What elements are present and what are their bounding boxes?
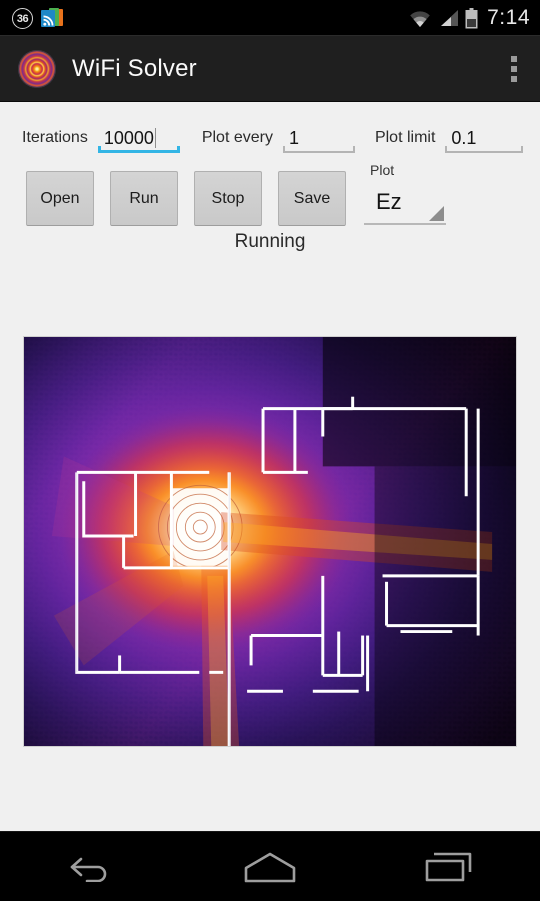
save-button[interactable]: Save bbox=[278, 171, 346, 226]
actions-row: Open Run Stop Save Plot Ez bbox=[0, 162, 540, 229]
run-button[interactable]: Run bbox=[110, 171, 178, 226]
spinner-triangle-icon bbox=[429, 206, 444, 221]
stop-button[interactable]: Stop bbox=[194, 171, 262, 226]
status-bar-notifications: 36 bbox=[12, 7, 63, 29]
status-bar-system-icons: 7:14 bbox=[407, 6, 530, 30]
plot-spinner-label: Plot bbox=[370, 162, 395, 178]
back-icon[interactable] bbox=[30, 832, 150, 901]
wifi-solver-radial-icon bbox=[18, 49, 56, 88]
status-text: Running bbox=[234, 231, 306, 252]
plot-every-input[interactable]: 1 bbox=[282, 123, 355, 153]
plot-every-label: Plot every bbox=[201, 129, 273, 146]
fdtd-field-plot[interactable] bbox=[23, 336, 517, 747]
open-button[interactable]: Open bbox=[26, 171, 94, 226]
plot-limit-input[interactable]: 0.1 bbox=[445, 123, 524, 153]
page-title: WiFi Solver bbox=[72, 54, 197, 82]
navigation-bar bbox=[0, 831, 540, 901]
wifi-icon bbox=[410, 11, 430, 27]
text-caret bbox=[154, 128, 156, 148]
newsstand-icon bbox=[41, 8, 63, 28]
overflow-menu-icon[interactable] bbox=[494, 44, 534, 94]
status-bar-clock: 7:14 bbox=[487, 6, 530, 29]
plot-every-value: 1 bbox=[288, 128, 299, 148]
plot-spinner-wrap: Plot Ez bbox=[364, 162, 448, 229]
field-plot-canvas bbox=[24, 337, 516, 746]
battery-icon bbox=[465, 7, 478, 28]
home-icon[interactable] bbox=[210, 832, 330, 901]
plot-limit-value: 0.1 bbox=[451, 128, 477, 148]
notification-count-badge: 36 bbox=[12, 7, 33, 29]
iterations-input[interactable]: 10000 bbox=[97, 123, 180, 153]
plot-limit-label: Plot limit bbox=[374, 129, 436, 146]
parameters-row: Iterations 10000 Plot every 1 Plot limit… bbox=[0, 123, 540, 161]
action-bar: WiFi Solver bbox=[0, 36, 540, 102]
iterations-label: Iterations bbox=[22, 129, 88, 146]
recents-icon[interactable] bbox=[390, 832, 510, 901]
status-bar: 36 7:14 bbox=[0, 0, 540, 36]
iterations-value: 10000 bbox=[103, 128, 154, 148]
plot-spinner-value: Ez bbox=[376, 189, 402, 214]
cell-signal-icon bbox=[441, 10, 459, 26]
plot-type-spinner[interactable]: Ez bbox=[364, 187, 446, 225]
main-content: Iterations 10000 Plot every 1 Plot limit… bbox=[0, 103, 540, 831]
android-screen: 36 7:14 WiFi Solver Iterations 10000 Plo… bbox=[0, 0, 540, 901]
